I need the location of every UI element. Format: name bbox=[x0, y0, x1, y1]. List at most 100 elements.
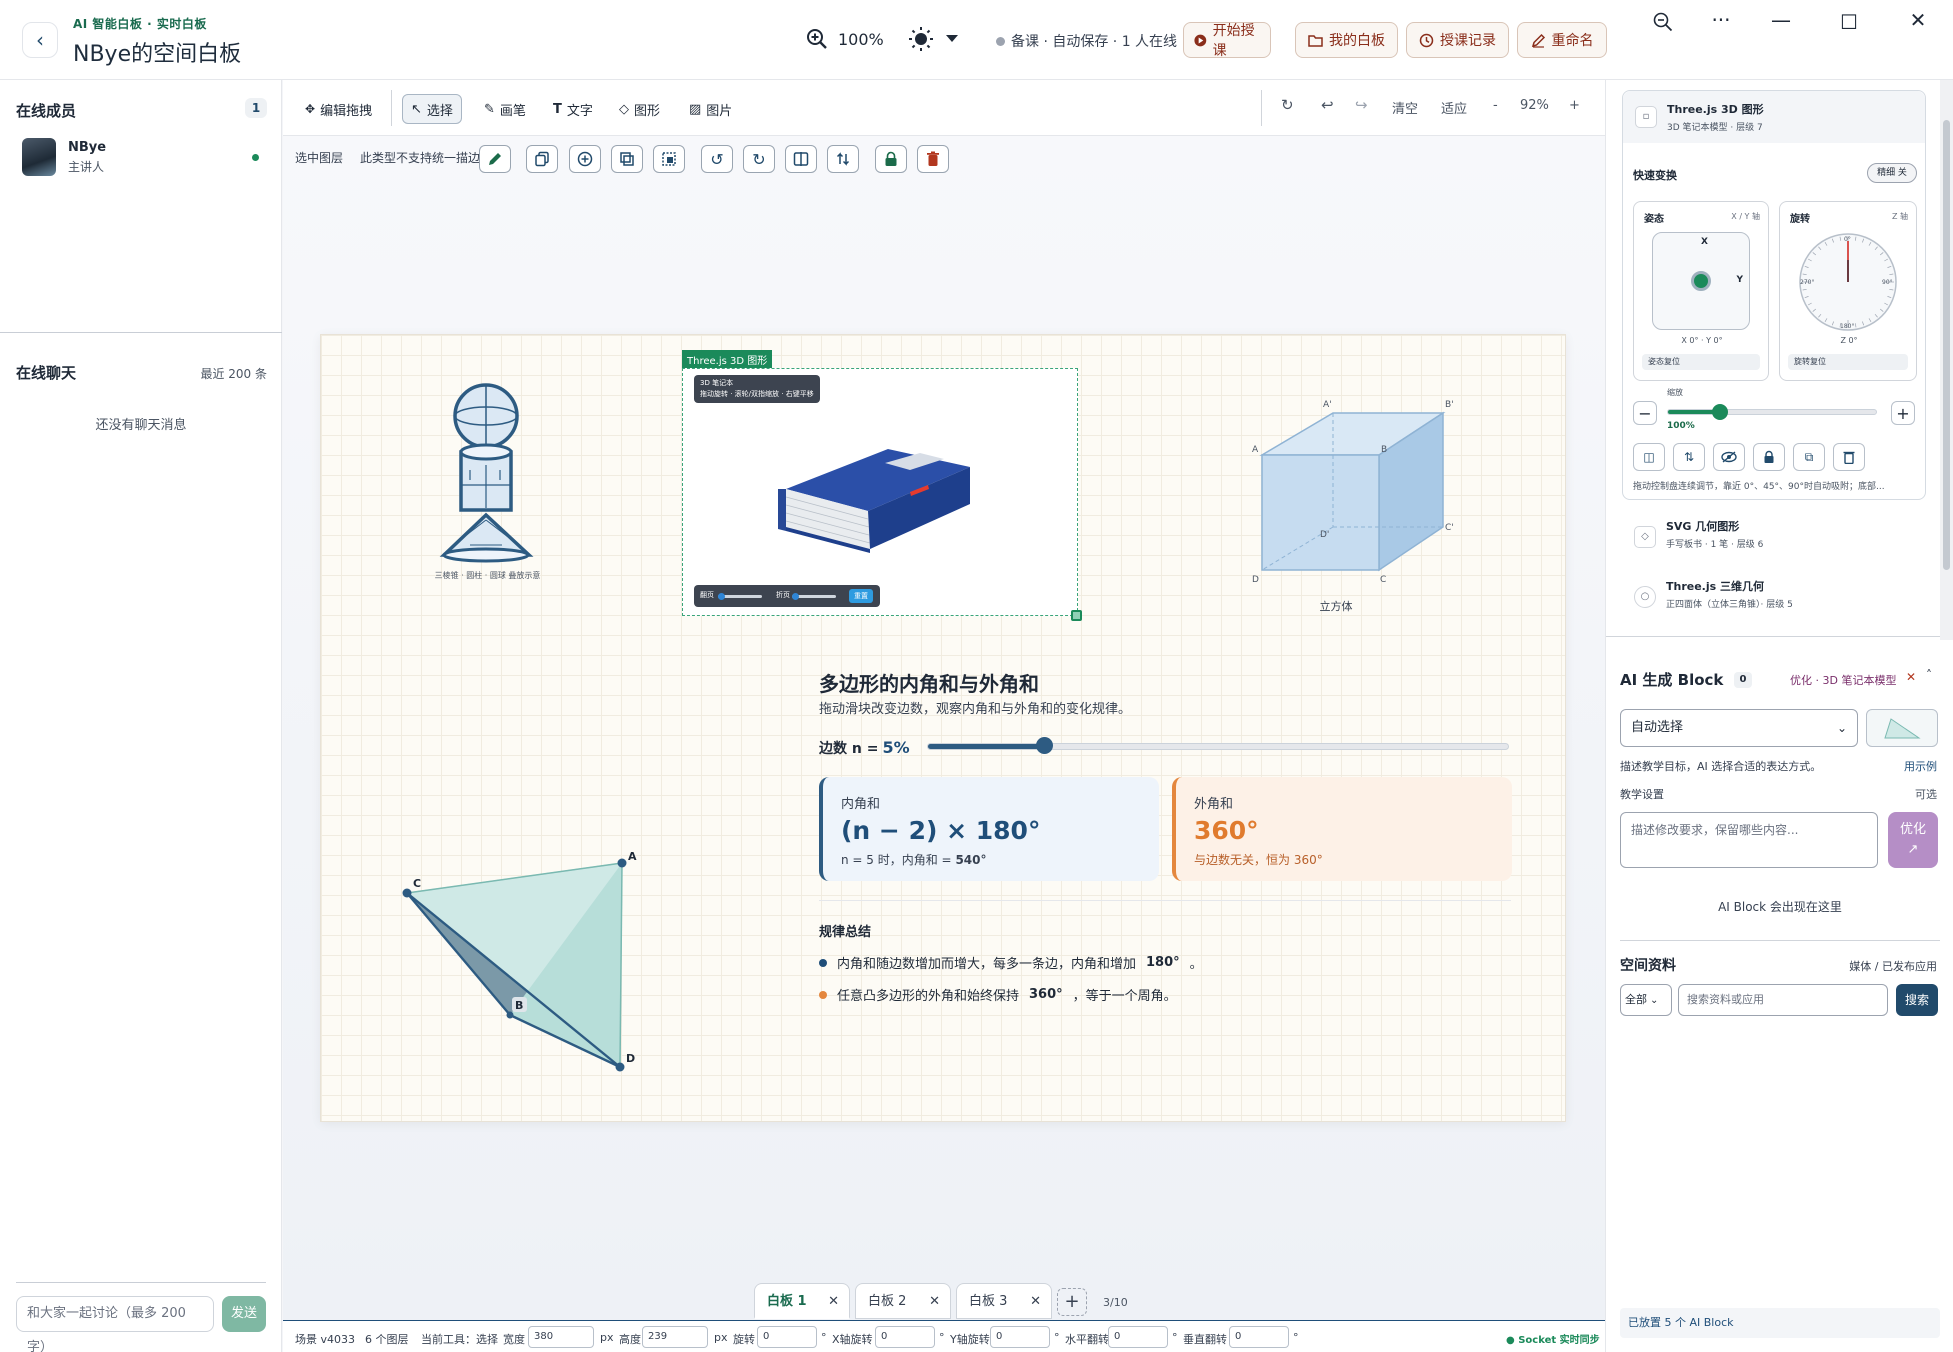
scroll-thumb[interactable] bbox=[1943, 120, 1950, 570]
fold-slider[interactable] bbox=[792, 593, 836, 600]
height-input[interactable]: 239 bbox=[642, 1326, 708, 1348]
close-icon[interactable]: ✕ bbox=[828, 1284, 839, 1320]
close-icon[interactable]: ✕ bbox=[929, 1284, 940, 1320]
tool-select[interactable]: ↖ 选择 bbox=[402, 94, 462, 124]
delete-button[interactable] bbox=[917, 145, 949, 173]
zoom-control[interactable]: 100% bbox=[806, 28, 884, 50]
tool-image[interactable]: ▨ 图片 bbox=[681, 94, 740, 124]
tab-board-2[interactable]: 白板 2 ✕ bbox=[855, 1283, 951, 1319]
space-filter-select[interactable]: 全部 ⌄ bbox=[1620, 984, 1672, 1016]
height-label: 高度 bbox=[619, 1333, 641, 1346]
undo-icon[interactable]: ↩ bbox=[1321, 96, 1334, 114]
tab-board-1[interactable]: 白板 1 ✕ bbox=[754, 1283, 850, 1319]
layer-back-button[interactable] bbox=[653, 145, 685, 173]
start-teaching-button[interactable]: 开始授课 bbox=[1183, 22, 1271, 59]
browser-zoom-button[interactable] bbox=[1648, 12, 1678, 37]
edge-count-slider[interactable] bbox=[927, 737, 1509, 754]
flip-vertical-button[interactable]: ⇅ bbox=[1673, 443, 1705, 471]
reset-view-icon[interactable]: ↻ bbox=[1281, 96, 1294, 114]
pose-knob[interactable] bbox=[1691, 271, 1711, 291]
width-input[interactable]: 380 bbox=[528, 1326, 594, 1348]
cube-figure[interactable]: A' B' A B D' C' D C bbox=[1240, 395, 1470, 595]
scale-thumb[interactable] bbox=[1712, 404, 1728, 420]
my-boards-button[interactable]: 我的白板 bbox=[1295, 22, 1398, 58]
active-layer-item[interactable]: ▫ Three.js 3D 图形 3D 笔记本模型 · 层级 7 bbox=[1623, 91, 1925, 143]
close-icon[interactable]: ✕ bbox=[1030, 1284, 1041, 1320]
minimize-icon[interactable]: — bbox=[1766, 8, 1796, 32]
tool-shape[interactable]: ◇ 图形 bbox=[611, 94, 668, 124]
y-rotation-input[interactable]: 0 bbox=[990, 1326, 1050, 1348]
space-search-button[interactable]: 搜索 bbox=[1896, 984, 1938, 1016]
notebook-3d-block[interactable]: 3D 笔记本 拖动旋转 · 滚轮/双指缩放 · 右键平移 翻页 折页 重置 bbox=[682, 368, 1078, 616]
close-icon[interactable]: ✕ bbox=[1906, 670, 1916, 684]
use-example-link[interactable]: 用示例 bbox=[1904, 758, 1937, 774]
scale-plus-button[interactable]: + bbox=[1891, 401, 1915, 425]
v-flip-input[interactable]: 0 bbox=[1229, 1326, 1289, 1348]
optimize-button[interactable]: 优化 ↗ bbox=[1888, 812, 1938, 868]
flip-vertical-button[interactable] bbox=[827, 145, 859, 173]
teaching-history-button[interactable]: 授课记录 bbox=[1406, 22, 1509, 58]
add-tab-button[interactable]: + bbox=[1057, 1288, 1087, 1316]
more-icon[interactable]: ··· bbox=[1706, 8, 1736, 32]
notebook-reset-button[interactable]: 重置 bbox=[849, 589, 873, 603]
space-search-input[interactable]: 搜索资料或应用 bbox=[1678, 984, 1888, 1016]
theme-toggle[interactable] bbox=[908, 26, 958, 52]
flip-horizontal-button[interactable]: ◫ bbox=[1633, 443, 1665, 471]
back-button[interactable]: ‹ bbox=[22, 22, 58, 58]
send-backward-button[interactable] bbox=[611, 145, 643, 173]
stacked-solids-figure[interactable] bbox=[430, 380, 550, 585]
fit-button[interactable]: 适应 bbox=[1441, 98, 1467, 117]
bring-forward-button[interactable] bbox=[569, 145, 601, 173]
zoom-out-button[interactable]: - bbox=[1493, 98, 1498, 113]
rotation-input[interactable]: 0 bbox=[757, 1326, 817, 1348]
left-sidebar: 在线成员 1 NBye 主讲人 在线聊天 最近 200 条 还没有聊天消息 和大… bbox=[0, 80, 282, 1352]
chevron-down-icon: ⌄ bbox=[1836, 721, 1847, 735]
copy-button[interactable]: ⧉ bbox=[1793, 443, 1825, 471]
pose-reset-button[interactable]: 姿态复位 bbox=[1642, 354, 1760, 370]
maximize-icon[interactable]: ☐ bbox=[1834, 10, 1864, 34]
h-flip-input[interactable]: 0 bbox=[1108, 1326, 1168, 1348]
magnifier-minus-icon bbox=[1653, 12, 1673, 32]
rotation-reset-button[interactable]: 旋转复位 bbox=[1788, 354, 1908, 370]
chat-input[interactable]: 和大家一起讨论（最多 200 字） bbox=[16, 1296, 214, 1352]
clear-button[interactable]: 清空 bbox=[1392, 98, 1418, 117]
layer-item[interactable]: ○ Three.js 三维几何 正四面体（立体三角锥）· 层级 5 bbox=[1622, 572, 1926, 622]
delete-button[interactable] bbox=[1833, 443, 1865, 471]
x-rotation-input[interactable]: 0 bbox=[875, 1326, 935, 1348]
ai-preview-thumbnail[interactable] bbox=[1866, 709, 1938, 747]
member-item[interactable]: NBye 主讲人 bbox=[22, 138, 106, 176]
scale-minus-button[interactable]: − bbox=[1633, 401, 1657, 425]
tool-pen[interactable]: ✎ 画笔 bbox=[476, 94, 534, 124]
ai-mode-select[interactable]: 自动选择 ⌄ bbox=[1620, 709, 1858, 747]
send-button[interactable]: 发送 bbox=[222, 1296, 266, 1332]
rotate-right-button[interactable]: ↻ bbox=[743, 145, 775, 173]
scale-slider[interactable] bbox=[1667, 404, 1877, 420]
tri-vertex-label: D bbox=[626, 1052, 635, 1065]
tool-text[interactable]: T 文字 bbox=[545, 94, 601, 124]
flip-horizontal-button[interactable] bbox=[785, 145, 817, 173]
duplicate-button[interactable] bbox=[526, 145, 558, 173]
stroke-button[interactable] bbox=[479, 145, 511, 173]
rotate-left-button[interactable]: ↺ bbox=[701, 145, 733, 173]
lock-button[interactable] bbox=[1753, 443, 1785, 471]
tetrahedron-figure[interactable]: A B C D bbox=[395, 845, 655, 1080]
redo-icon[interactable]: ↪ bbox=[1355, 96, 1368, 114]
slider-thumb[interactable] bbox=[1036, 737, 1053, 754]
rename-button[interactable]: 重命名 bbox=[1517, 22, 1607, 58]
layer-item[interactable]: ◇ SVG 几何图形 手写板书 · 1 笔 · 层级 6 bbox=[1622, 512, 1926, 562]
hide-button[interactable] bbox=[1713, 443, 1745, 471]
fine-mode-toggle[interactable]: 精细 关 bbox=[1867, 163, 1917, 183]
panel-scrollbar[interactable] bbox=[1940, 80, 1953, 640]
rotation-dial[interactable]: 0° 90° 180° 270° bbox=[1798, 232, 1898, 332]
zoom-in-button[interactable]: + bbox=[1569, 98, 1580, 113]
close-icon[interactable]: ✕ bbox=[1903, 8, 1933, 32]
lock-button[interactable] bbox=[875, 145, 907, 173]
tab-board-3[interactable]: 白板 3 ✕ bbox=[956, 1283, 1052, 1319]
tool-edit-drag[interactable]: ✥ 编辑拖拽 bbox=[297, 94, 380, 124]
page-flip-slider[interactable] bbox=[718, 593, 762, 600]
header: ‹ AI 智能白板 · 实时白板 NBye的空间白板 100% 备课 · 自动保… bbox=[0, 0, 1953, 80]
ai-prompt-input[interactable]: 描述修改要求，保留哪些内容... bbox=[1620, 812, 1878, 868]
resize-handle[interactable] bbox=[1071, 610, 1082, 621]
chevron-up-icon[interactable]: ˄ bbox=[1926, 668, 1932, 682]
pose-pad[interactable]: X Y bbox=[1652, 232, 1750, 330]
